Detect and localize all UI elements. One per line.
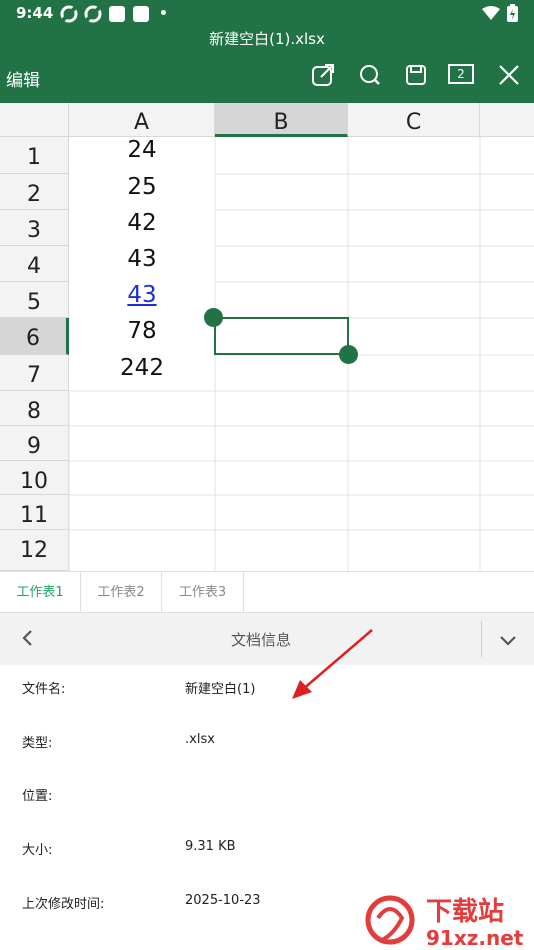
spreadsheet-grid[interactable]: A B C 1 2 3 4 5 6 7 8 9 10 11 12 24 25 4…	[0, 103, 534, 571]
tab-sheet-2[interactable]: 工作表2	[81, 572, 162, 612]
battery-icon	[507, 4, 518, 22]
info-label: 文件名:	[22, 682, 66, 697]
info-value: 新建空白(1)	[185, 682, 256, 697]
status-bar: 9:44	[0, 0, 534, 28]
cell-a2[interactable]: 25	[69, 174, 215, 210]
wifi-icon	[482, 6, 500, 20]
close-icon[interactable]	[496, 62, 522, 88]
sheet-tabs: 工作表1 工作表2 工作表3	[0, 571, 534, 613]
tab-sheet-1[interactable]: 工作表1	[0, 572, 81, 612]
app-header: 9:44 新建空白(1).xlsx 编辑 2	[0, 0, 534, 103]
app-notification-icon	[109, 6, 125, 22]
cell-a4[interactable]: 43	[69, 246, 215, 282]
save-icon[interactable]	[403, 62, 429, 88]
info-row-location: 位置:	[0, 771, 534, 824]
selection-handle-bottom-right[interactable]	[339, 345, 358, 364]
cell-a7[interactable]: 242	[69, 355, 215, 391]
document-title: 新建空白(1).xlsx	[209, 30, 325, 48]
tab-sheet-3[interactable]: 工作表3	[162, 572, 244, 612]
sync-notification-icon-2	[84, 5, 102, 23]
info-label: 类型:	[22, 736, 53, 751]
selected-cell-b6[interactable]	[214, 317, 349, 355]
header-divider	[481, 621, 482, 657]
chevron-down-icon[interactable]	[498, 630, 518, 650]
info-label: 大小:	[22, 843, 53, 858]
info-value: 2025-10-23	[185, 893, 261, 908]
cell-a6[interactable]: 78	[69, 318, 215, 355]
info-label: 上次修改时间:	[22, 897, 105, 912]
edit-button[interactable]: 编辑	[6, 66, 40, 91]
info-panel-header: 文档信息	[0, 612, 534, 665]
cell-a3[interactable]: 42	[69, 210, 215, 246]
info-value: .xlsx	[185, 732, 215, 747]
share-icon[interactable]	[310, 62, 336, 88]
watermark-cn: 下载站	[426, 897, 504, 927]
selection-handle-top-left[interactable]	[204, 308, 223, 327]
info-row-type: 类型: .xlsx	[0, 718, 534, 771]
search-icon[interactable]	[357, 62, 383, 88]
watermark-logo: 下载站 91xz.net	[365, 895, 524, 950]
app-notification-icon-2	[133, 6, 149, 22]
info-label: 位置:	[22, 789, 53, 804]
status-time: 9:44	[16, 4, 54, 22]
watermark-en: 91xz.net	[426, 926, 524, 950]
info-panel-title: 文档信息	[230, 631, 291, 649]
cell-a5-link[interactable]: 43	[69, 282, 215, 318]
more-notifications-dot	[161, 10, 166, 15]
info-row-size: 大小: 9.31 KB	[0, 825, 534, 878]
cell-a1[interactable]: 24	[69, 137, 215, 174]
info-row-filename: 文件名: 新建空白(1)	[0, 664, 534, 717]
sync-notification-icon	[60, 5, 78, 23]
info-value: 9.31 KB	[185, 839, 236, 854]
sheet-count-button[interactable]: 2	[448, 64, 474, 84]
